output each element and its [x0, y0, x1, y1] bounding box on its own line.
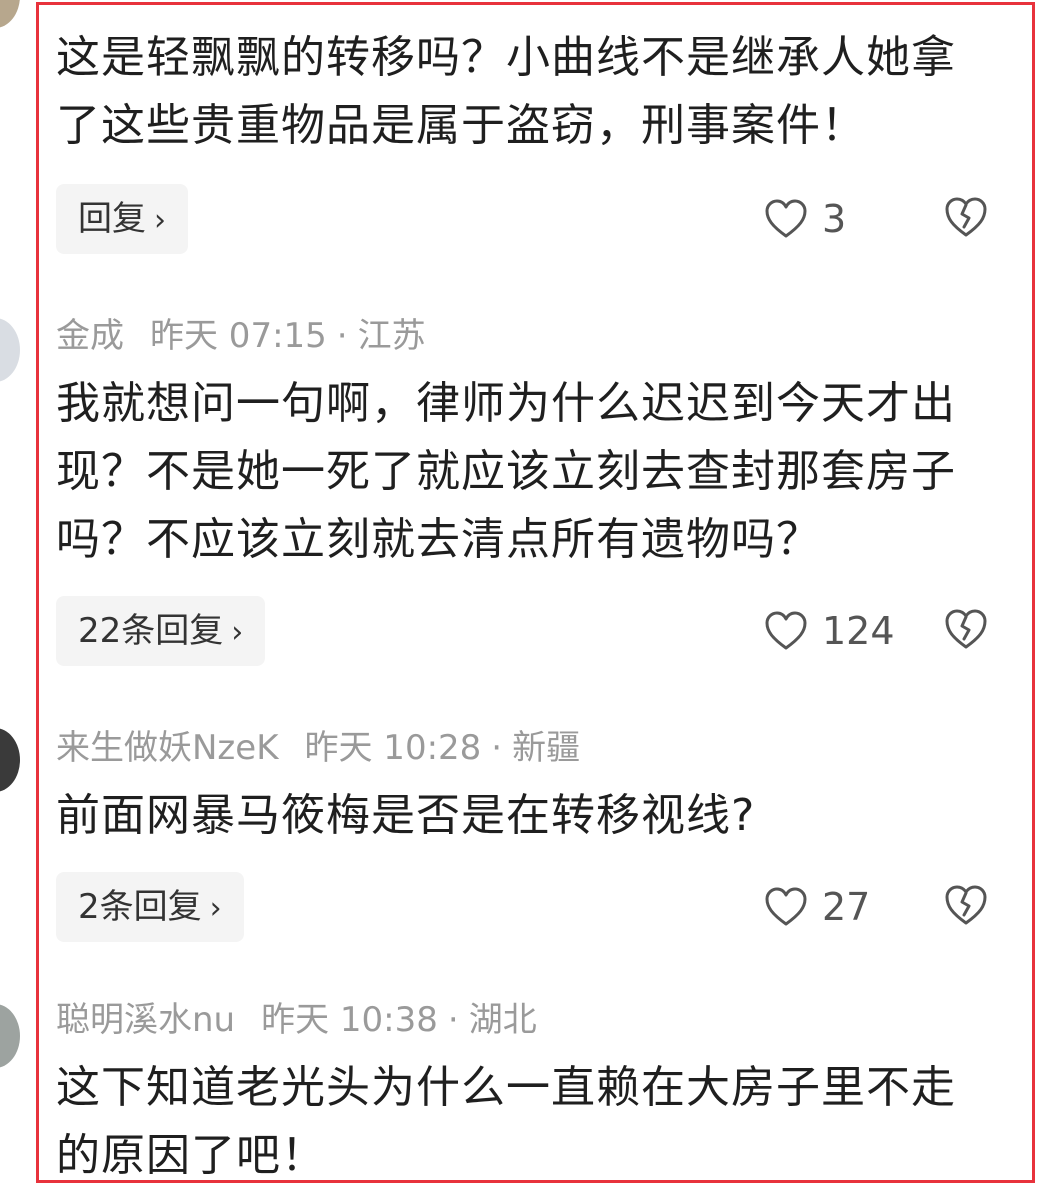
- chevron-right-icon: ›: [154, 203, 166, 238]
- avatar[interactable]: [0, 0, 20, 28]
- view-replies-button[interactable]: 22条回复 ›: [56, 596, 266, 666]
- comment-feed: 这是轻飘飘的转移吗？小曲线不是继承人她拿了这些贵重物品是属于盗窃，刑事案件！ 回…: [0, 0, 1043, 1191]
- comment-location: 新疆: [512, 728, 581, 768]
- like-count: 124: [822, 609, 895, 653]
- comment-location: 江苏: [357, 316, 426, 356]
- comment-actions: 回复 › 3: [56, 184, 1006, 254]
- avatar[interactable]: [0, 318, 20, 382]
- comment-meta: 金成 昨天 07:15 · 江苏: [56, 312, 1006, 360]
- comment-item: 金成 昨天 07:15 · 江苏 我就想问一句啊，律师为什么迟迟到今天才出现？不是她一…: [56, 312, 1006, 666]
- broken-heart-icon: [945, 885, 987, 925]
- dislike-button[interactable]: [944, 196, 988, 240]
- broken-heart-icon: [945, 197, 987, 237]
- meta-separator: ·: [491, 728, 503, 768]
- comment-meta: 来生做妖NzeK 昨天 10:28 · 新疆: [56, 724, 1006, 772]
- comment-time: 昨天 10:38: [261, 1000, 438, 1040]
- comment-actions: 22条回复 › 124: [56, 596, 1006, 666]
- chevron-right-icon: ›: [209, 891, 222, 926]
- like-button[interactable]: 27: [764, 884, 870, 930]
- comment-author[interactable]: 聪明溪水nu: [56, 1000, 235, 1040]
- avatar[interactable]: [0, 728, 20, 792]
- reply-label: 回复: [78, 199, 146, 239]
- reply-label: 22条回复: [78, 611, 224, 651]
- heart-outline-icon: [765, 611, 807, 650]
- comment-item: 来生做妖NzeK 昨天 10:28 · 新疆 前面网暴马筱梅是否是在转移视线? 2条回…: [56, 724, 1006, 942]
- comment-item: 聪明溪水nu 昨天 10:38 · 湖北 这下知道老光头为什么一直赖在大房子里不走的原…: [56, 996, 1006, 1190]
- broken-heart-icon: [945, 609, 987, 649]
- dislike-button[interactable]: [944, 884, 988, 928]
- like-button[interactable]: 124: [764, 608, 895, 654]
- comment-content: 我就想问一句啊，律师为什么迟迟到今天才出现？不是她一死了就应该立刻去查封那套房子…: [56, 378, 956, 565]
- comment-content: 这下知道老光头为什么一直赖在大房子里不走的原因了吧！: [56, 1062, 956, 1181]
- heart-outline-icon: [765, 887, 807, 926]
- comment-content: 这是轻飘飘的转移吗？小曲线不是继承人她拿了这些贵重物品是属于盗窃，刑事案件！: [56, 32, 956, 151]
- comment-item: 这是轻飘飘的转移吗？小曲线不是继承人她拿了这些贵重物品是属于盗窃，刑事案件！ 回…: [56, 24, 1006, 254]
- chevron-right-icon: ›: [231, 615, 244, 650]
- heart-outline-icon: [765, 199, 807, 238]
- meta-separator: ·: [336, 316, 348, 356]
- comment-content: 前面网暴马筱梅是否是在转移视线?: [56, 790, 756, 841]
- dislike-button[interactable]: [944, 608, 988, 652]
- like-count: 3: [822, 197, 847, 241]
- comment-time: 昨天 07:15: [150, 316, 327, 356]
- reply-label: 2条回复: [78, 887, 202, 927]
- comment-author[interactable]: 金成: [56, 316, 124, 356]
- view-replies-button[interactable]: 2条回复 ›: [56, 872, 244, 942]
- meta-separator: ·: [447, 1000, 459, 1040]
- comment-time: 昨天 10:28: [304, 728, 482, 768]
- like-count: 27: [822, 885, 871, 929]
- like-button[interactable]: 3: [764, 196, 846, 242]
- comment-location: 湖北: [468, 1000, 537, 1040]
- comment-actions: 2条回复 › 27: [56, 872, 1006, 942]
- avatar[interactable]: [0, 1004, 20, 1068]
- comment-author[interactable]: 来生做妖NzeK: [56, 728, 279, 768]
- reply-button[interactable]: 回复 ›: [56, 184, 188, 254]
- comment-meta: 聪明溪水nu 昨天 10:38 · 湖北: [56, 996, 1006, 1044]
